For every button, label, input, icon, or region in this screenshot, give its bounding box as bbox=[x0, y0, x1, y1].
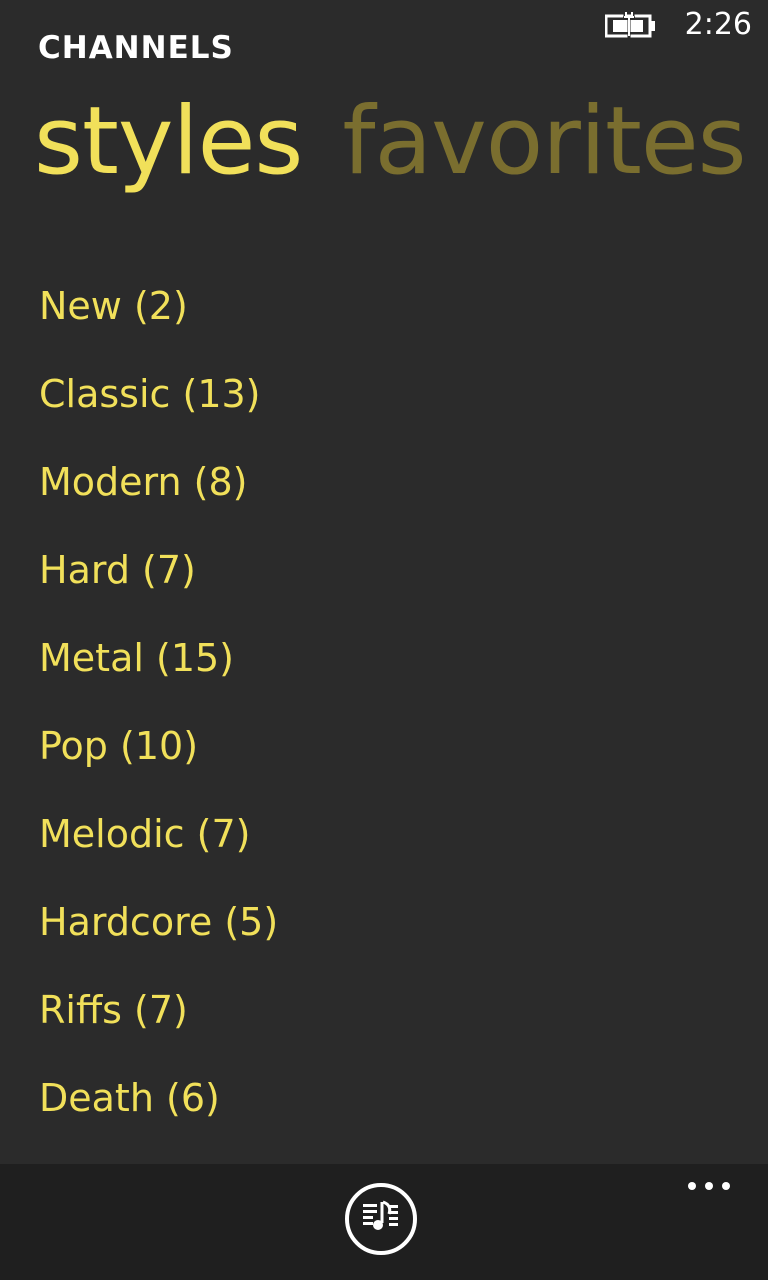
status-bar: 2:26 bbox=[604, 0, 752, 50]
pivot-tab-styles[interactable]: styles bbox=[34, 95, 303, 205]
style-item-modern[interactable]: Modern (8) bbox=[39, 461, 719, 550]
more-dot bbox=[688, 1182, 696, 1190]
app-bar bbox=[0, 1164, 768, 1280]
playlist-music-icon bbox=[361, 1199, 401, 1239]
more-icon[interactable] bbox=[688, 1182, 730, 1190]
style-item-melodic[interactable]: Melodic (7) bbox=[39, 813, 719, 902]
more-dot bbox=[705, 1182, 713, 1190]
style-item-hard[interactable]: Hard (7) bbox=[39, 549, 719, 638]
style-item-death[interactable]: Death (6) bbox=[39, 1077, 719, 1166]
battery-charging-icon bbox=[604, 10, 657, 40]
style-item-classic[interactable]: Classic (13) bbox=[39, 373, 719, 462]
pivot-headers: styles favorites bbox=[34, 95, 768, 205]
style-item-new[interactable]: New (2) bbox=[39, 285, 719, 374]
style-item-riffs[interactable]: Riffs (7) bbox=[39, 989, 719, 1078]
app-title: CHANNELS bbox=[38, 30, 234, 66]
clock: 2:26 bbox=[684, 7, 752, 42]
playlist-button[interactable] bbox=[345, 1183, 417, 1255]
style-item-metal[interactable]: Metal (15) bbox=[39, 637, 719, 726]
more-dot bbox=[722, 1182, 730, 1190]
pivot-tab-favorites[interactable]: favorites bbox=[342, 95, 746, 205]
style-item-hardcore[interactable]: Hardcore (5) bbox=[39, 901, 719, 990]
style-item-pop[interactable]: Pop (10) bbox=[39, 725, 719, 814]
styles-list: New (2) Classic (13) Modern (8) Hard (7)… bbox=[39, 285, 719, 1166]
